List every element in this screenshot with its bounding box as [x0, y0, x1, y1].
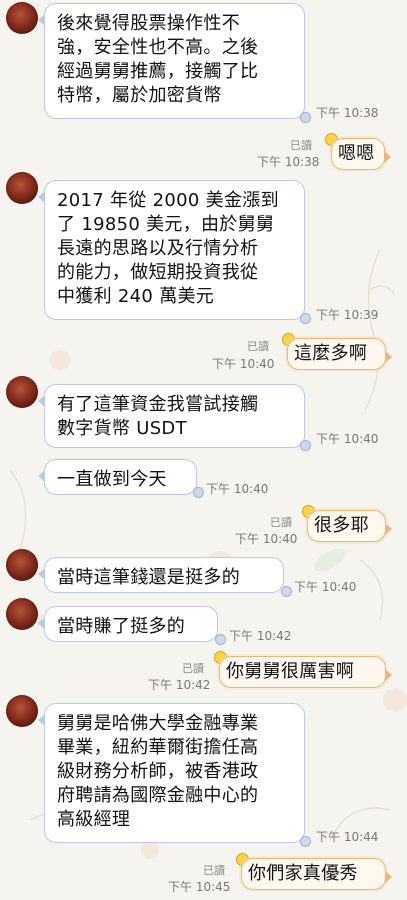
read-receipt: 已讀 [203, 864, 225, 877]
message-timestamp: 下午 10:40 [235, 532, 298, 546]
message-timestamp: 下午 10:44 [316, 830, 379, 844]
avatar[interactable] [6, 376, 38, 408]
message-timestamp: 下午 10:38 [316, 106, 379, 120]
reaction-icon [300, 112, 311, 123]
outgoing-message-bubble[interactable]: 你們家真優秀 [241, 858, 392, 890]
message-timestamp: 下午 10:45 [168, 880, 231, 894]
incoming-message-bubble[interactable]: 有了這筆資金我嘗試接觸 數字貨幣 USDT [38, 384, 305, 448]
read-receipt: 已讀 [182, 662, 204, 675]
incoming-message-bubble[interactable]: 後來覺得股票操作性不 強，安全性也不高。之後 經過舅舅推薦，接觸了比 特幣，屬於… [38, 3, 305, 119]
incoming-message-bubble[interactable]: 當時賺了挺多的 [38, 606, 218, 642]
incoming-message-bubble[interactable]: 當時這筆錢還是挺多的 [38, 557, 284, 593]
avatar[interactable] [6, 549, 38, 581]
outgoing-message-bubble[interactable]: 你舅舅很厲害啊 [219, 656, 392, 688]
outgoing-message-bubble[interactable]: 嗯嗯 [331, 138, 391, 170]
message-timestamp: 下午 10:40 [206, 482, 269, 496]
reaction-icon [300, 440, 311, 451]
message-timestamp: 下午 10:38 [257, 155, 320, 169]
avatar[interactable] [6, 2, 38, 34]
message-timestamp: 下午 10:40 [294, 580, 357, 594]
incoming-message-bubble[interactable]: 一直做到今天 [38, 459, 197, 495]
reaction-icon [215, 634, 226, 645]
message-timestamp: 下午 10:39 [316, 308, 379, 322]
read-receipt: 已讀 [247, 340, 269, 353]
message-timestamp: 下午 10:42 [148, 678, 211, 692]
reaction-icon [300, 836, 311, 847]
read-receipt: 已讀 [270, 516, 292, 529]
chat-message-list[interactable]: 後來覺得股票操作性不 強，安全性也不高。之後 經過舅舅推薦，接觸了比 特幣，屬於… [0, 0, 407, 900]
outgoing-message-bubble[interactable]: 這麼多啊 [287, 338, 392, 370]
avatar[interactable] [6, 695, 38, 727]
outgoing-message-bubble[interactable]: 很多耶 [307, 510, 392, 542]
incoming-message-bubble[interactable]: 舅舅是哈佛大學金融專業 畢業，紐約華爾街擔任高 級財務分析師，被香港政 府聘請為… [38, 703, 305, 843]
reaction-icon [193, 487, 204, 498]
message-timestamp: 下午 10:42 [229, 629, 292, 643]
read-receipt: 已讀 [290, 139, 312, 152]
reaction-icon [300, 313, 311, 324]
avatar[interactable] [6, 598, 38, 630]
incoming-message-bubble[interactable]: 2017 年從 2000 美金漲到 了 19850 美元，由於舅舅 長遠的思路以… [38, 180, 305, 320]
reaction-icon [281, 586, 292, 597]
message-timestamp: 下午 10:40 [316, 432, 379, 446]
message-timestamp: 下午 10:40 [212, 357, 275, 371]
avatar[interactable] [6, 172, 38, 204]
